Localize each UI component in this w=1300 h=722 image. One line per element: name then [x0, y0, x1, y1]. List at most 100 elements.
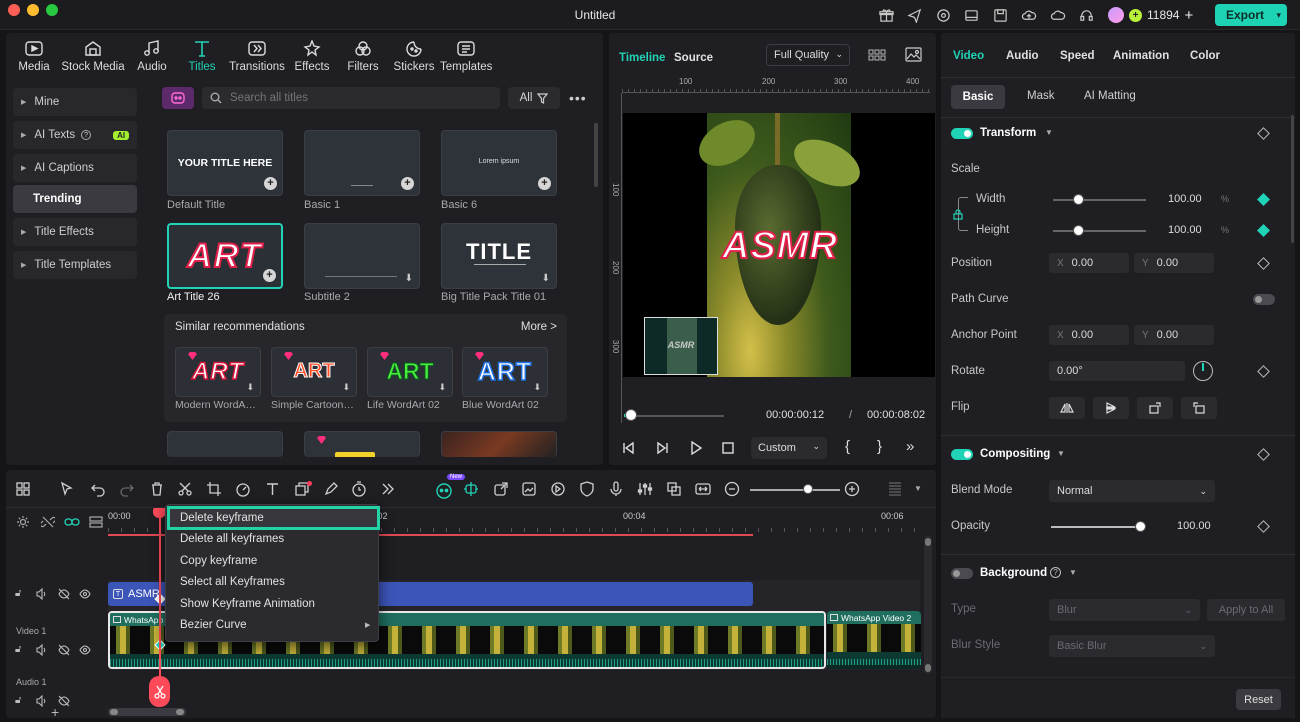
transform-keyframe-icon[interactable] [1257, 127, 1270, 140]
cloud-upload-icon[interactable] [1020, 6, 1038, 24]
layout-icon[interactable] [962, 6, 980, 24]
sidebar-item-ai-captions[interactable]: ▶ AI Captions [13, 154, 137, 182]
download-icon[interactable]: ⬇ [342, 382, 350, 393]
zoom-in-icon[interactable] [844, 481, 862, 499]
path-curve-toggle[interactable] [1253, 294, 1275, 305]
title-card-default[interactable]: YOUR TITLE HERE + [167, 130, 283, 196]
help-icon[interactable]: ? [81, 130, 92, 140]
speaker-icon[interactable] [36, 644, 48, 656]
asmr-overlay-text[interactable]: ASMR [705, 224, 855, 268]
timeline-zoom-knob[interactable] [803, 484, 813, 494]
timeline-vscroll[interactable] [924, 536, 932, 674]
rotate-ccw-button[interactable] [1181, 397, 1217, 419]
position-x-field[interactable]: X 0.00 [1049, 253, 1129, 273]
audio-mixer-icon[interactable] [637, 481, 655, 499]
quality-select[interactable]: Full Quality ⌄ [766, 44, 850, 66]
width-value[interactable]: 100.00 [1168, 193, 1202, 205]
snapshot-image-icon[interactable] [905, 47, 922, 62]
zoom-out-icon[interactable] [724, 481, 742, 499]
mark-out-icon[interactable]: } [877, 438, 882, 455]
reset-button[interactable]: Reset [1236, 689, 1281, 710]
gift-icon[interactable] [877, 6, 895, 24]
tab-color[interactable]: Color [1190, 50, 1220, 62]
sidebar-item-title-effects[interactable]: ▶ Title Effects [13, 218, 137, 246]
cloud-icon[interactable] [1049, 6, 1067, 24]
apply-to-all-button[interactable]: Apply to All [1207, 599, 1285, 621]
rec-simple-cartoon[interactable]: ART ⬇ [271, 347, 357, 397]
tab-media[interactable]: Media [14, 39, 54, 73]
microphone-icon[interactable] [608, 481, 626, 499]
tab-stickers[interactable]: Stickers [392, 39, 436, 73]
tab-animation[interactable]: Animation [1113, 50, 1169, 62]
title-card-basic-6[interactable]: Lorem ipsum + [441, 130, 557, 196]
lock-track-icon[interactable]: 🔓︎ [15, 644, 21, 655]
transform-toggle[interactable] [951, 128, 973, 139]
rotate-cw-button[interactable] [1137, 397, 1173, 419]
rotate-keyframe-icon[interactable] [1257, 365, 1270, 378]
add-icon[interactable]: + [264, 177, 277, 190]
hide-track-icon[interactable] [58, 644, 70, 656]
tab-filters[interactable]: Filters [343, 39, 383, 73]
search-input[interactable] [230, 92, 470, 104]
download-icon[interactable]: ⬇ [542, 273, 550, 284]
tab-stock-media[interactable]: Stock Media [61, 39, 125, 73]
rec-modern-wordart[interactable]: ART ⬇ [175, 347, 261, 397]
more-options-icon[interactable]: ••• [569, 90, 587, 106]
ai-robot-icon[interactable] [435, 481, 453, 499]
blur-style-select[interactable]: Basic Blur ⌄ [1049, 635, 1215, 657]
hide-track-icon[interactable] [58, 695, 70, 707]
height-keyframe-icon[interactable] [1257, 224, 1270, 237]
sidebar-item-ai-texts[interactable]: ▶ AI Texts ? AI [13, 121, 137, 149]
compositing-toggle[interactable] [951, 449, 973, 460]
play-icon[interactable] [689, 441, 703, 455]
credits-area[interactable]: + 11894 + [1108, 5, 1193, 25]
link-icon[interactable] [64, 515, 80, 529]
headset-icon[interactable] [1077, 6, 1095, 24]
tab-speed[interactable]: Speed [1060, 50, 1095, 62]
download-icon[interactable]: ⬇ [405, 273, 413, 284]
tab-audio-props[interactable]: Audio [1006, 50, 1039, 62]
eye-icon[interactable] [79, 588, 91, 600]
send-icon[interactable] [905, 6, 923, 24]
keyframe-tool-icon[interactable] [294, 481, 312, 499]
add-icon[interactable]: + [401, 177, 414, 190]
compositing-keyframe-icon[interactable] [1257, 448, 1270, 461]
help-icon[interactable]: ? [1050, 567, 1061, 578]
grid-view-icon[interactable] [868, 49, 886, 61]
timer-icon[interactable] [351, 481, 369, 499]
search-box[interactable] [202, 87, 500, 109]
tab-timeline[interactable]: Timeline [619, 52, 665, 64]
add-credits-icon[interactable]: + [1184, 7, 1193, 24]
speaker-icon[interactable] [36, 588, 48, 600]
scrubber-knob[interactable] [625, 409, 637, 421]
track-manager-icon[interactable] [89, 515, 103, 529]
title-card-subtitle-2[interactable]: ⬇ [304, 223, 420, 289]
section-dropdown-icon[interactable]: ▼ [1057, 449, 1065, 458]
preview-canvas[interactable]: ASMR ASMR [623, 113, 935, 377]
opacity-keyframe-icon[interactable] [1257, 520, 1270, 533]
title-card-partial[interactable] [304, 431, 420, 457]
subtab-ai-matting[interactable]: AI Matting [1084, 90, 1136, 102]
tab-titles[interactable]: Titles [182, 39, 222, 73]
title-card-art-26[interactable]: ART + [167, 223, 283, 289]
mark-in-icon[interactable]: { [845, 438, 850, 455]
props-scrollbar[interactable] [1291, 115, 1294, 243]
step-back-icon[interactable] [622, 441, 636, 455]
speaker-icon[interactable] [36, 695, 48, 707]
step-forward-icon[interactable] [655, 441, 669, 455]
height-value[interactable]: 100.00 [1168, 224, 1202, 236]
avatar[interactable] [1108, 7, 1124, 23]
text-tool-icon[interactable] [265, 481, 283, 499]
redo-icon[interactable] [119, 481, 137, 499]
menu-show-keyframe-animation[interactable]: Show Keyframe Animation [180, 598, 315, 610]
speed-icon[interactable] [235, 481, 253, 499]
fit-timeline-icon[interactable] [695, 481, 713, 499]
community-icon[interactable] [934, 6, 952, 24]
tab-transitions[interactable]: Transitions [229, 39, 285, 73]
width-slider-knob[interactable] [1073, 194, 1084, 205]
auto-reframe-icon[interactable] [550, 481, 568, 499]
save-icon[interactable] [991, 6, 1009, 24]
flip-vertical-button[interactable] [1093, 397, 1129, 419]
playhead-split-handle[interactable] [149, 676, 170, 707]
position-keyframe-icon[interactable] [1257, 257, 1270, 270]
